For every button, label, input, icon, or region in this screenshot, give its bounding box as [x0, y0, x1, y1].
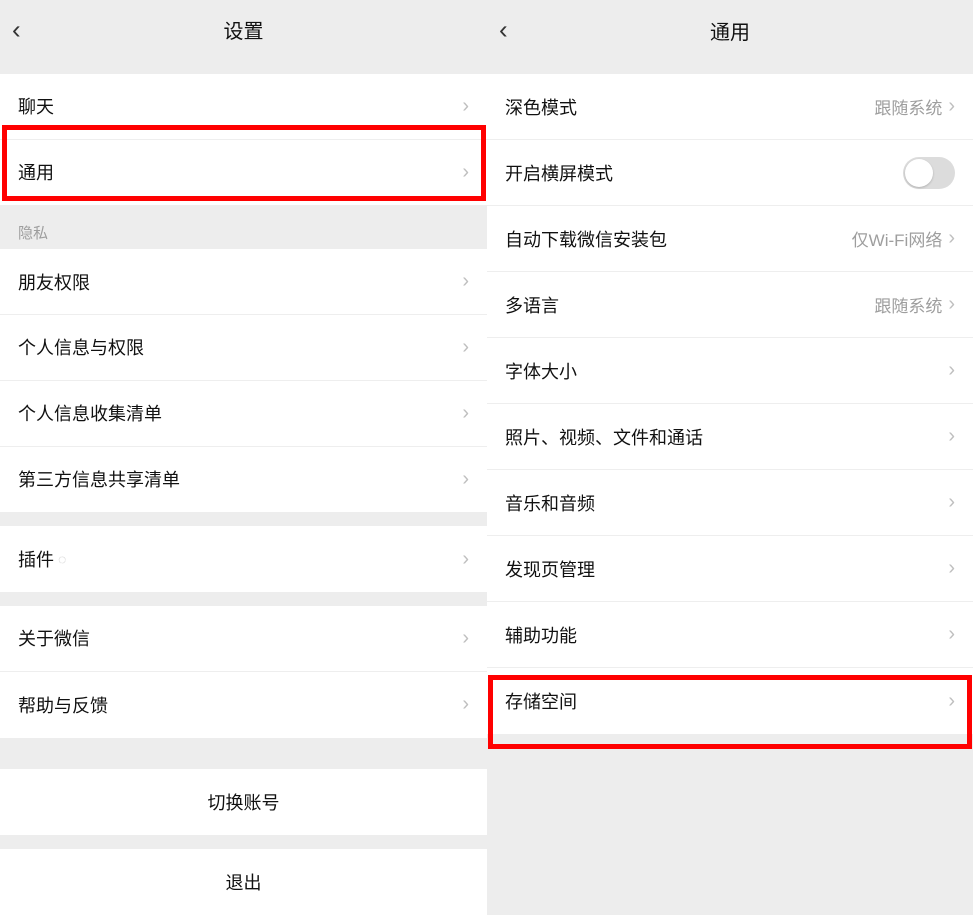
row-label: 朋友权限 — [18, 269, 90, 295]
chevron-right-icon: › — [948, 623, 955, 646]
row-label: 第三方信息共享清单 — [18, 466, 180, 492]
chevron-right-icon: › — [948, 425, 955, 448]
clock-icon: ◌ — [58, 551, 66, 567]
row-label: 帮助与反馈 — [18, 692, 108, 718]
gap — [0, 60, 487, 74]
chevron-right-icon: › — [462, 161, 469, 184]
row-label: 通用 — [18, 159, 54, 185]
row-label: 多语言 — [505, 292, 559, 318]
logout-button[interactable]: 退出 — [0, 849, 487, 915]
row-chat[interactable]: 聊天 › — [0, 74, 487, 140]
row-label: 退出 — [226, 869, 262, 895]
header: ‹ 通用 — [487, 0, 973, 60]
row-label: 开启横屏模式 — [505, 160, 613, 186]
row-label: 自动下载微信安装包 — [505, 226, 667, 252]
row-plugins[interactable]: 插件 ◌ › — [0, 526, 487, 592]
chevron-right-icon: › — [948, 293, 955, 316]
general-panel: ‹ 通用 深色模式 跟随系统 › 开启横屏模式 自动下载微信安装包 仅Wi-Fi… — [487, 0, 973, 915]
row-label: 切换账号 — [208, 789, 280, 815]
chevron-right-icon: › — [462, 270, 469, 293]
row-third-party-share[interactable]: 第三方信息共享清单 › — [0, 447, 487, 513]
row-info-collection[interactable]: 个人信息收集清单 › — [0, 381, 487, 447]
row-label: 深色模式 — [505, 94, 577, 120]
chevron-right-icon: › — [948, 690, 955, 713]
chevron-right-icon: › — [462, 627, 469, 650]
gap — [0, 738, 487, 770]
chevron-right-icon: › — [462, 548, 469, 571]
row-label: 辅助功能 — [505, 622, 577, 648]
toggle-knob — [905, 159, 933, 187]
chevron-right-icon: › — [948, 491, 955, 514]
chevron-right-icon: › — [462, 468, 469, 491]
row-discover[interactable]: 发现页管理 › — [487, 536, 973, 602]
row-label: 音乐和音频 — [505, 490, 595, 516]
section-privacy: 隐私 — [0, 205, 487, 249]
row-label: 字体大小 — [505, 358, 577, 384]
settings-panel: ‹ 设置 聊天 › 通用 › 隐私 朋友权限 › 个人信息与权限 › 个人信息收… — [0, 0, 487, 915]
gap — [487, 60, 973, 74]
chevron-right-icon: › — [462, 95, 469, 118]
row-auto-download[interactable]: 自动下载微信安装包 仅Wi-Fi网络 › — [487, 206, 973, 272]
chevron-right-icon: › — [462, 402, 469, 425]
row-dark-mode[interactable]: 深色模式 跟随系统 › — [487, 74, 973, 140]
row-label: 聊天 — [18, 93, 54, 119]
chevron-right-icon: › — [948, 359, 955, 382]
toggle-switch[interactable] — [903, 157, 955, 189]
row-value: 跟随系统 — [874, 94, 942, 119]
chevron-right-icon: › — [462, 336, 469, 359]
row-value: 跟随系统 — [874, 292, 942, 317]
row-label: 存储空间 — [505, 688, 577, 714]
row-label: 个人信息收集清单 — [18, 400, 162, 426]
gap — [0, 835, 487, 849]
row-audio[interactable]: 音乐和音频 › — [487, 470, 973, 536]
row-friends-permission[interactable]: 朋友权限 › — [0, 249, 487, 315]
row-font-size[interactable]: 字体大小 › — [487, 338, 973, 404]
row-personal-info[interactable]: 个人信息与权限 › — [0, 315, 487, 381]
row-label: 插件 — [18, 546, 54, 572]
row-media[interactable]: 照片、视频、文件和通话 › — [487, 404, 973, 470]
chevron-right-icon: › — [948, 95, 955, 118]
page-title: 通用 — [487, 16, 973, 45]
row-label: 个人信息与权限 — [18, 334, 144, 360]
row-landscape-mode[interactable]: 开启横屏模式 — [487, 140, 973, 206]
row-about[interactable]: 关于微信 › — [0, 606, 487, 672]
back-icon[interactable]: ‹ — [499, 15, 508, 46]
row-help-feedback[interactable]: 帮助与反馈 › — [0, 672, 487, 738]
chevron-right-icon: › — [462, 693, 469, 716]
row-value: 仅Wi-Fi网络 — [852, 226, 943, 251]
chevron-right-icon: › — [948, 557, 955, 580]
row-general[interactable]: 通用 › — [0, 140, 487, 206]
back-icon[interactable]: ‹ — [12, 14, 21, 45]
row-accessibility[interactable]: 辅助功能 › — [487, 602, 973, 668]
row-label: 照片、视频、文件和通话 — [505, 424, 703, 450]
gap — [0, 512, 487, 526]
page-title: 设置 — [0, 15, 487, 44]
row-label: 发现页管理 — [505, 556, 595, 582]
chevron-right-icon: › — [948, 227, 955, 250]
switch-account-button[interactable]: 切换账号 — [0, 769, 487, 835]
header: ‹ 设置 — [0, 0, 487, 60]
gap — [0, 592, 487, 606]
row-label: 关于微信 — [18, 625, 90, 651]
label-wrap: 插件 ◌ — [18, 546, 66, 572]
row-language[interactable]: 多语言 跟随系统 › — [487, 272, 973, 338]
row-storage[interactable]: 存储空间 › — [487, 668, 973, 734]
